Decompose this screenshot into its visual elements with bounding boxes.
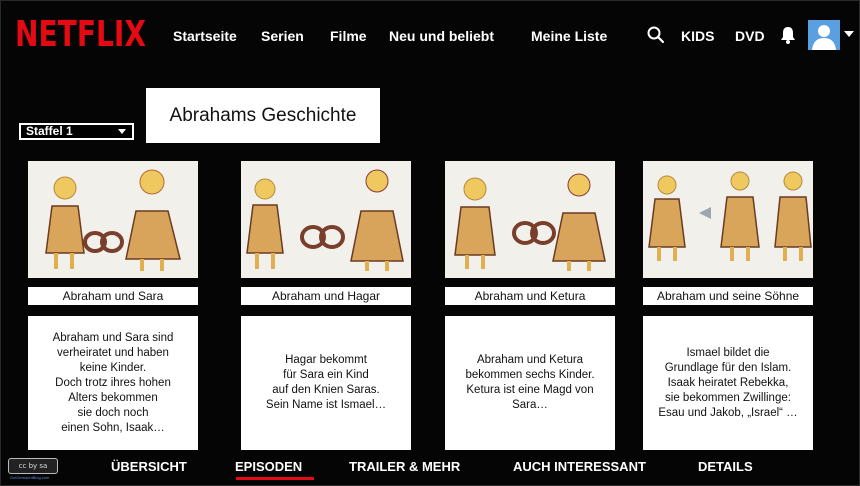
season-dropdown[interactable]: Staffel 1 xyxy=(19,123,134,140)
episode-description: Ismael bildet die Grundlage für den Isla… xyxy=(643,316,813,450)
episode-description: Abraham und Sara sind verheiratet und ha… xyxy=(28,316,198,450)
tab-details[interactable]: DETAILS xyxy=(698,459,753,474)
bell-icon[interactable] xyxy=(778,25,798,45)
avatar-icon[interactable] xyxy=(808,20,840,50)
nav-item-neu-und-beliebt[interactable]: Neu und beliebt xyxy=(389,28,494,44)
active-tab-indicator xyxy=(236,477,314,480)
creative-commons-icon[interactable]: cc by sa xyxy=(8,458,58,474)
episode-title[interactable]: Abraham und Hagar xyxy=(241,287,411,305)
episode-title[interactable]: Abraham und Sara xyxy=(28,287,198,305)
netflix-logo[interactable]: NETFLIX xyxy=(15,14,146,55)
episode-thumbnail[interactable] xyxy=(445,161,615,278)
nav-item-dvd[interactable]: DVD xyxy=(735,28,765,44)
episode-card[interactable]: Abraham und Ketura Abraham und Ketura be… xyxy=(445,161,615,450)
episode-title[interactable]: Abraham und Ketura xyxy=(445,287,615,305)
tab-trailer-und-mehr[interactable]: TRAILER & MEHR xyxy=(349,459,460,474)
nav-item-filme[interactable]: Filme xyxy=(330,28,367,44)
tab-auch-interessant[interactable]: AUCH INTERESSANT xyxy=(513,459,646,474)
episode-thumbnail[interactable] xyxy=(241,161,411,278)
episode-thumbnail[interactable] xyxy=(28,161,198,278)
tab-episoden[interactable]: EPISODEN xyxy=(235,459,302,474)
nav-item-startseite[interactable]: Startseite xyxy=(173,28,237,44)
episode-card[interactable]: Abraham und Hagar Hagar bekommt für Sara… xyxy=(241,161,411,450)
nav-item-meine-liste[interactable]: Meine Liste xyxy=(531,28,607,44)
show-title: Abrahams Geschichte xyxy=(146,88,380,143)
license-note[interactable]: GutGemachtBlog.com xyxy=(10,475,49,480)
episode-card[interactable]: Abraham und Sara Abraham und Sara sind v… xyxy=(28,161,198,450)
search-icon[interactable] xyxy=(646,25,666,45)
chevron-down-icon[interactable] xyxy=(844,31,854,37)
top-navigation: NETFLIX Startseite Serien Filme Neu und … xyxy=(0,0,860,72)
season-dropdown-value: Staffel 1 xyxy=(26,124,73,138)
episode-card[interactable]: Abraham und seine Söhne Ismael bildet di… xyxy=(643,161,813,450)
episode-thumbnail[interactable] xyxy=(643,161,813,278)
nav-item-kids[interactable]: KIDS xyxy=(681,28,714,44)
episode-title[interactable]: Abraham und seine Söhne xyxy=(643,287,813,305)
tab-uebersicht[interactable]: ÜBERSICHT xyxy=(111,459,187,474)
episode-description: Abraham und Ketura bekommen sechs Kinder… xyxy=(445,316,615,450)
episode-description: Hagar bekommt für Sara ein Kind auf den … xyxy=(241,316,411,450)
nav-item-serien[interactable]: Serien xyxy=(261,28,304,44)
chevron-down-icon xyxy=(118,129,126,134)
